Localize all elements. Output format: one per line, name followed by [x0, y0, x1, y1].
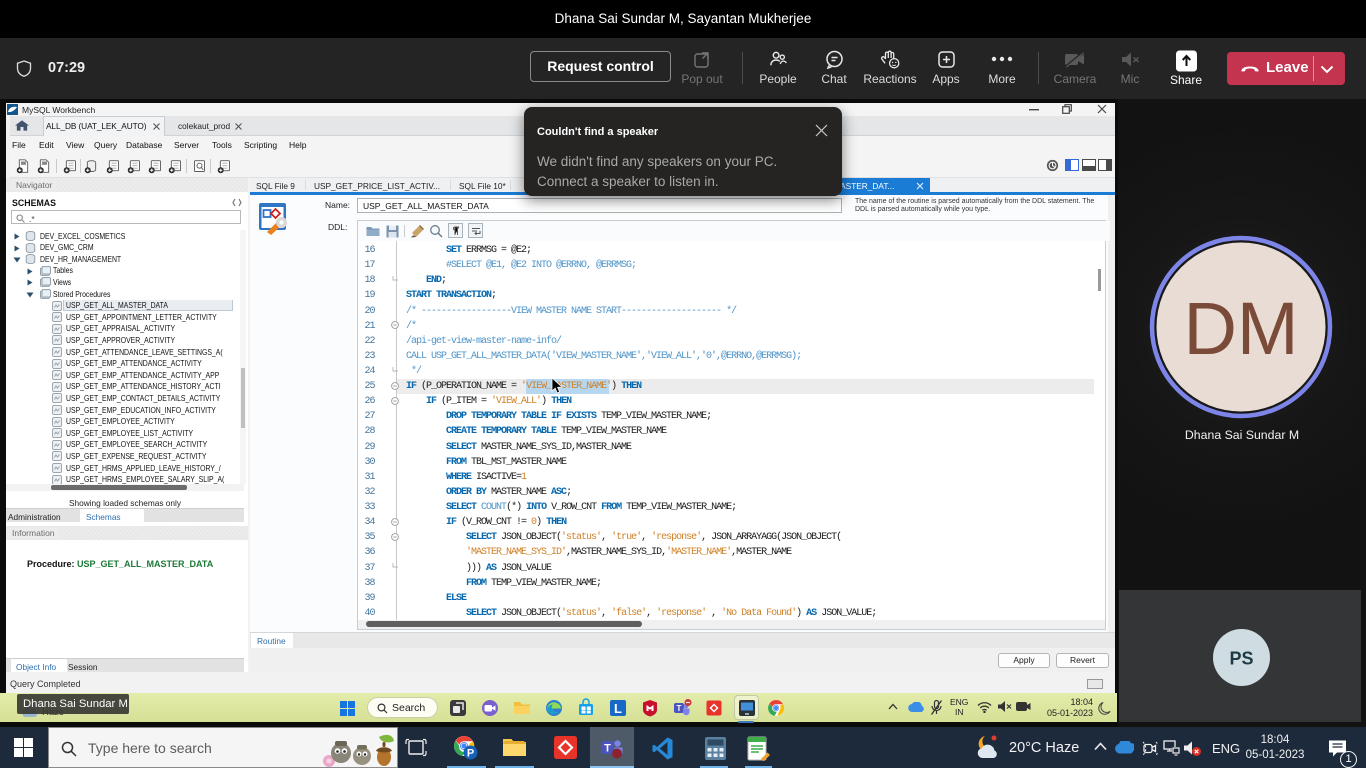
svg-text:P: P	[467, 748, 474, 760]
svg-text:L: L	[614, 701, 622, 716]
svg-text:PS: PS	[1229, 649, 1253, 669]
svg-text:T: T	[604, 743, 611, 755]
svg-text:DM: DM	[1183, 287, 1298, 370]
svg-text:T: T	[677, 704, 682, 713]
